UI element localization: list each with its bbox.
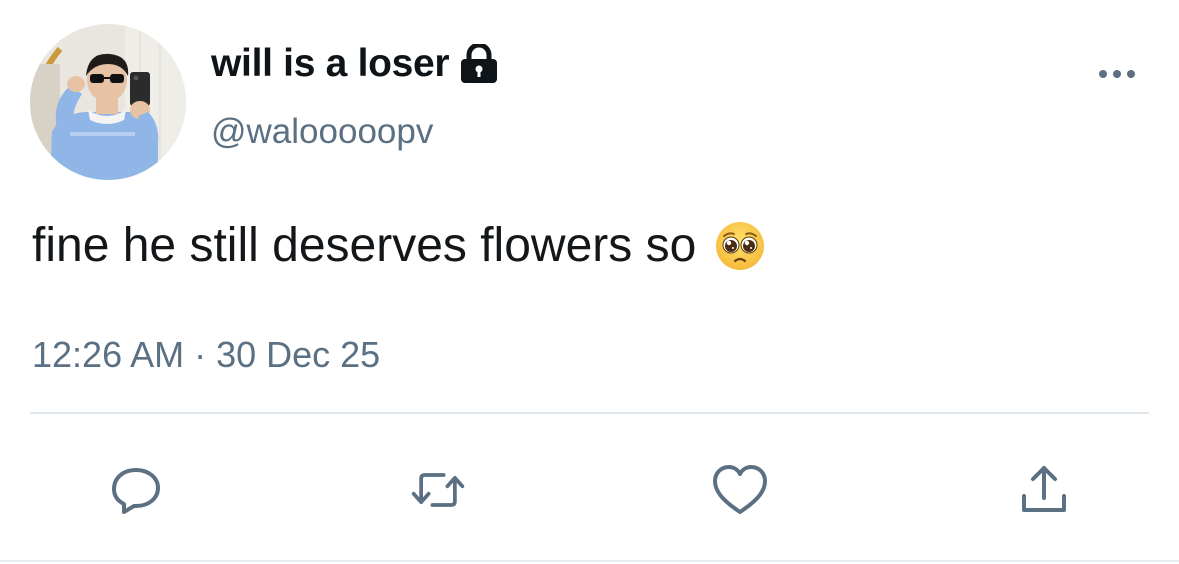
reply-button[interactable] <box>106 460 166 520</box>
pleading-face-emoji <box>714 220 766 272</box>
display-name-row[interactable]: will is a loser <box>211 42 501 86</box>
tweet-timestamp[interactable]: 12:26 AM · 30 Dec 25 <box>32 334 380 376</box>
retweet-icon <box>411 473 465 507</box>
share-button[interactable] <box>1014 460 1074 520</box>
share-icon <box>1022 466 1066 512</box>
reply-icon <box>112 468 160 514</box>
display-name[interactable]: will is a loser <box>211 42 450 86</box>
lock-icon <box>457 42 501 84</box>
heart-icon <box>713 465 767 514</box>
avatar[interactable] <box>30 24 186 180</box>
tweet-card: will is a loser @walooooopv fine he stil… <box>0 0 1179 564</box>
bottom-divider <box>0 560 1179 562</box>
more-icon[interactable] <box>1095 62 1139 86</box>
tweet-text-row: fine he still deserves flowers so <box>32 218 766 273</box>
like-button[interactable] <box>710 460 770 520</box>
tweet-text: fine he still deserves flowers so <box>32 219 697 272</box>
user-handle[interactable]: @walooooopv <box>211 112 433 152</box>
retweet-button[interactable] <box>408 460 468 520</box>
avatar-photo <box>30 24 186 180</box>
divider <box>30 412 1149 414</box>
